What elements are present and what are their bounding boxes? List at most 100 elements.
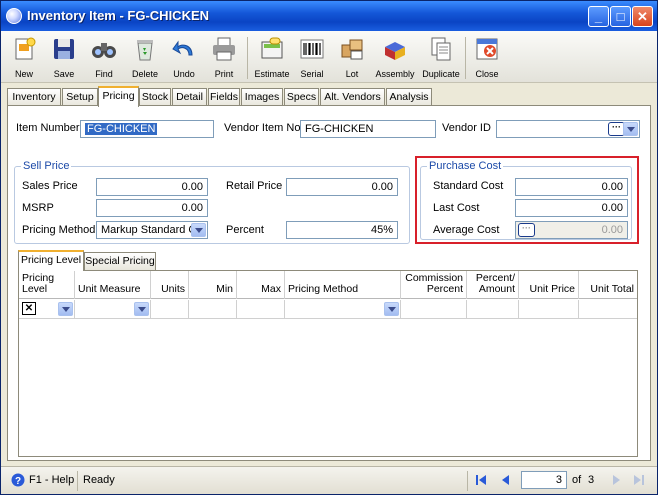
duplicate-button[interactable]: Duplicate (419, 33, 463, 81)
vendor-id-combo[interactable]: ··· (496, 120, 640, 138)
chevron-down-icon[interactable] (58, 302, 73, 316)
title-bar[interactable]: Inventory Item - FG-CHICKEN _ □ ✕ (1, 1, 657, 31)
item-number-field[interactable]: FG-CHICKEN (80, 120, 214, 138)
column-header-percent-amount[interactable]: Percent/Amount (467, 271, 519, 299)
chevron-down-icon[interactable] (134, 302, 149, 316)
assembly-blocks-icon (385, 42, 405, 60)
tab-specs[interactable]: Specs (284, 88, 319, 106)
commission-percent-cell[interactable] (401, 300, 467, 319)
sales-price-label: Sales Price (22, 180, 78, 192)
tab-special-pricing[interactable]: Special Pricing (84, 252, 156, 270)
toolbar: New Save Find Delete Undo Print Estimate (1, 31, 657, 83)
close-window-icon (476, 38, 498, 60)
vendor-item-no-label: Vendor Item No (224, 122, 301, 134)
toolbar-separator (465, 37, 466, 79)
first-record-icon[interactable] (475, 474, 487, 486)
units-cell[interactable] (151, 300, 189, 319)
boxes-icon (341, 39, 363, 60)
of-label: of (572, 474, 582, 486)
previous-record-icon[interactable] (499, 474, 511, 486)
standard-cost-field[interactable]: 0.00 (515, 178, 628, 196)
last-record-icon[interactable] (633, 474, 645, 486)
print-button[interactable]: Print (205, 33, 243, 81)
calculator-icon (261, 37, 283, 59)
pricing-level-cell[interactable]: ✕ (19, 300, 75, 319)
maximize-icon: □ (616, 9, 625, 24)
column-header-commission-percent[interactable]: Commission Percent (401, 271, 467, 299)
retail-price-field[interactable]: 0.00 (286, 178, 398, 196)
close-window-button[interactable]: ✕ (632, 6, 653, 27)
tab-alt-vendors[interactable]: Alt. Vendors (320, 88, 385, 106)
delete-button[interactable]: Delete (125, 33, 165, 81)
chevron-down-icon[interactable] (191, 223, 206, 237)
delete-row-icon[interactable]: ✕ (22, 302, 36, 315)
new-button[interactable]: New (5, 33, 43, 81)
column-header-min[interactable]: Min (189, 271, 237, 299)
unit-price-cell[interactable] (519, 300, 579, 319)
tab-analysis[interactable]: Analysis (386, 88, 432, 106)
binoculars-icon (92, 43, 116, 58)
status-separator (467, 471, 468, 491)
help-icon[interactable]: ? (11, 473, 25, 487)
average-cost-lookup-button[interactable]: ··· (518, 223, 535, 237)
sales-price-field[interactable]: 0.00 (96, 178, 208, 196)
chevron-down-icon[interactable] (384, 302, 399, 316)
pricing-method-select[interactable]: Markup Standard C (96, 221, 208, 239)
find-button[interactable]: Find (85, 33, 123, 81)
grid-header: Pricing Level Unit Measure Units Min Max … (19, 271, 637, 299)
tab-fields[interactable]: Fields (208, 88, 240, 106)
percent-amount-cell[interactable] (467, 300, 519, 319)
tab-pricing[interactable]: Pricing (98, 86, 139, 107)
help-label[interactable]: F1 - Help (29, 474, 74, 486)
pricing-method-cell[interactable] (285, 300, 401, 319)
average-cost-field: ··· 0.00 (515, 221, 628, 239)
undo-button[interactable]: Undo (165, 33, 203, 81)
app-icon[interactable] (6, 8, 22, 24)
pricing-panel: Item Number FG-CHICKEN Vendor Item No FG… (7, 105, 651, 461)
minimize-button[interactable]: _ (588, 6, 609, 27)
chevron-down-icon[interactable] (623, 122, 638, 136)
tab-stock[interactable]: Stock (139, 88, 171, 106)
tab-inventory[interactable]: Inventory (7, 88, 61, 106)
last-cost-field[interactable]: 0.00 (515, 199, 628, 217)
unit-total-cell[interactable] (579, 300, 637, 319)
tab-setup[interactable]: Setup (62, 88, 98, 106)
tab-detail[interactable]: Detail (172, 88, 207, 106)
column-header-unit-price[interactable]: Unit Price (519, 271, 579, 299)
close-button[interactable]: Close (467, 33, 507, 81)
min-cell[interactable] (189, 300, 237, 319)
column-header-max[interactable]: Max (237, 271, 285, 299)
serial-button[interactable]: Serial (293, 33, 331, 81)
next-record-icon[interactable] (611, 474, 623, 486)
tab-images[interactable]: Images (241, 88, 283, 106)
column-header-unit-total[interactable]: Unit Total (579, 271, 637, 299)
estimate-button[interactable]: Estimate (251, 33, 293, 81)
assembly-button[interactable]: Assembly (373, 33, 417, 81)
vendor-id-label: Vendor ID (442, 122, 491, 134)
last-cost-label: Last Cost (433, 202, 480, 214)
printer-icon (213, 37, 235, 61)
svg-text:?: ? (15, 476, 21, 487)
toolbar-separator (247, 37, 248, 79)
record-number-field[interactable]: 3 (521, 471, 567, 489)
sell-price-title: Sell Price (21, 160, 72, 172)
floppy-disk-icon (54, 39, 74, 59)
column-header-units[interactable]: Units (151, 271, 189, 299)
percent-field[interactable]: 45% (286, 221, 398, 239)
status-bar: ? F1 - Help Ready 3 of 3 (1, 466, 657, 494)
new-document-icon (15, 37, 36, 60)
maximize-button[interactable]: □ (610, 6, 631, 27)
lot-button[interactable]: Lot (333, 33, 371, 81)
vendor-item-no-field[interactable]: FG-CHICKEN (300, 120, 436, 138)
unit-measure-cell[interactable] (75, 300, 151, 319)
column-header-pricing-method[interactable]: Pricing Method (285, 271, 401, 299)
msrp-field[interactable]: 0.00 (96, 199, 208, 217)
max-cell[interactable] (237, 300, 285, 319)
save-button[interactable]: Save (45, 33, 83, 81)
column-header-unit-measure[interactable]: Unit Measure (75, 271, 151, 299)
close-icon: ✕ (637, 9, 648, 24)
column-header-pricing-level[interactable]: Pricing Level (19, 271, 75, 299)
tab-pricing-level[interactable]: Pricing Level (18, 250, 84, 271)
msrp-label: MSRP (22, 202, 54, 214)
item-number-label: Item Number (16, 122, 80, 134)
